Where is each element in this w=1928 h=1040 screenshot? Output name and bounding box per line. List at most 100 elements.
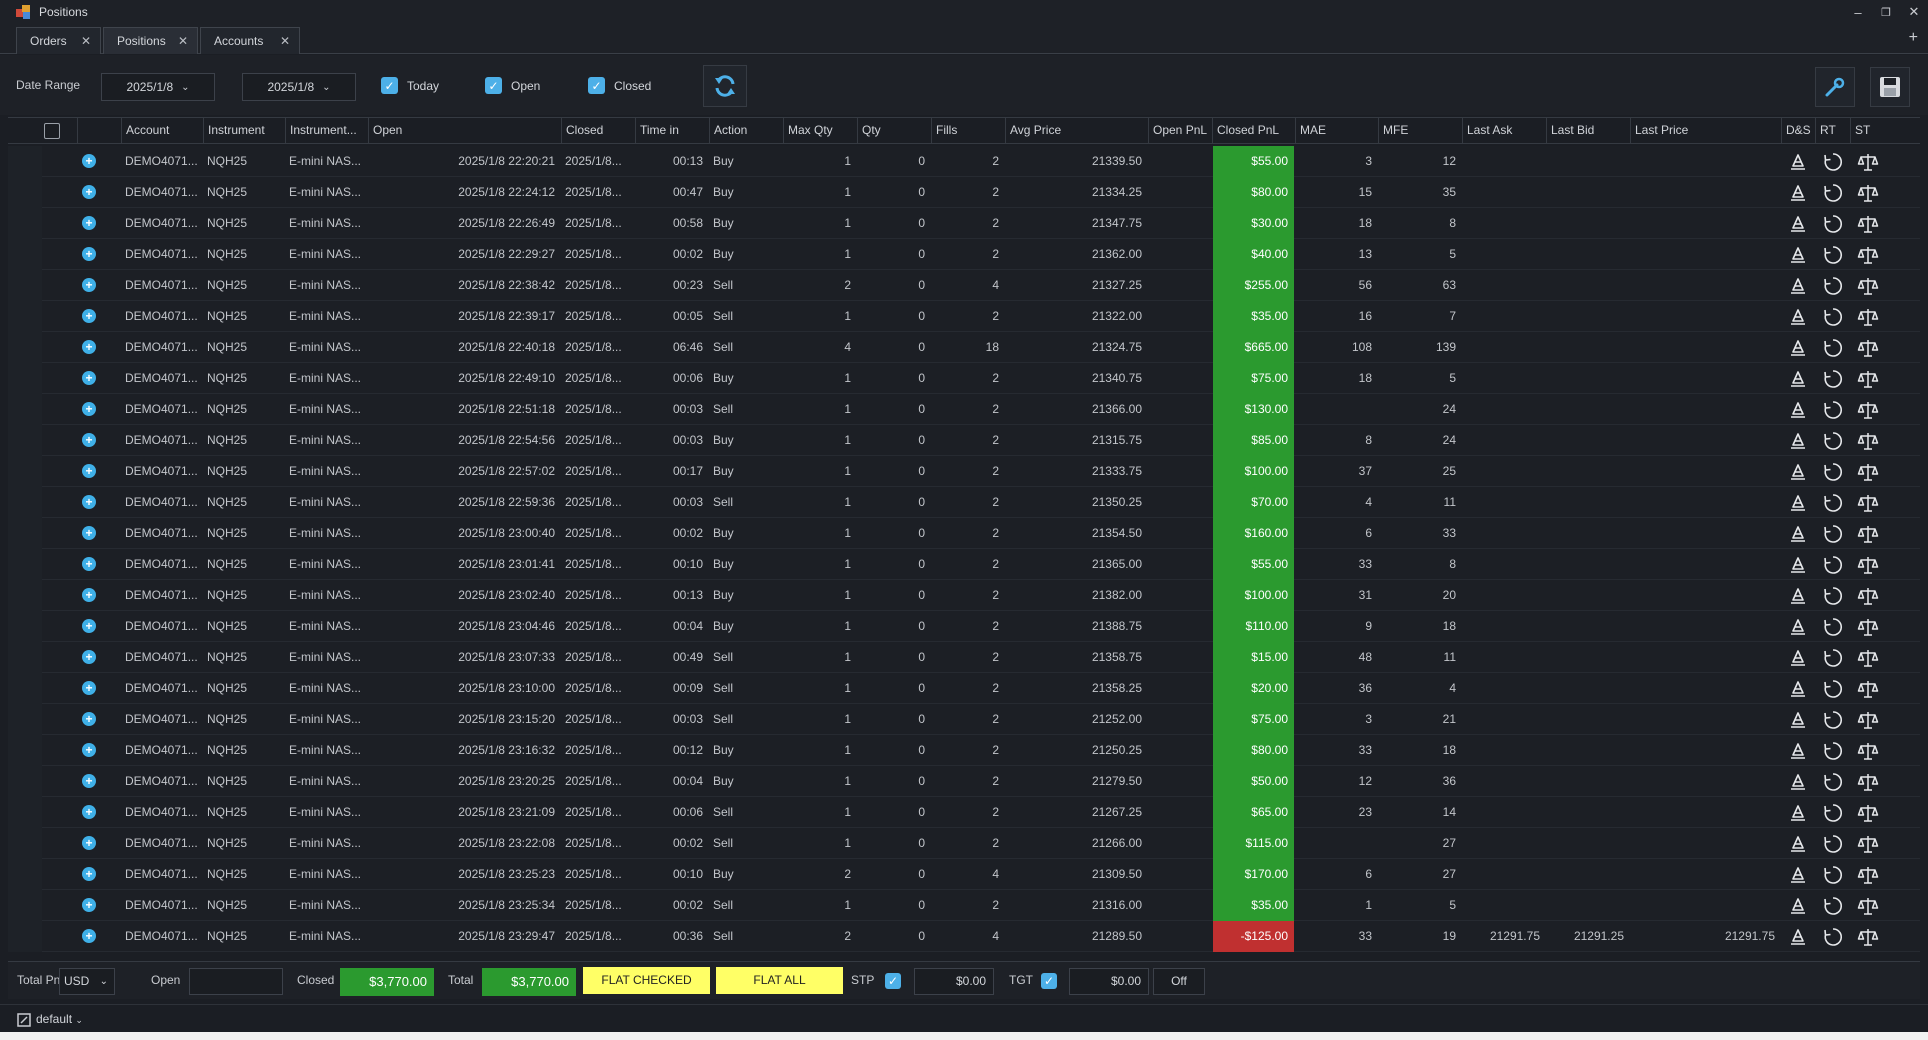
ds-action-icon[interactable] (1787, 554, 1809, 576)
table-row[interactable]: + DEMO4071... NQH25 E-mini NAS... 2025/1/8 2… (8, 177, 1920, 208)
rt-action-icon[interactable] (1822, 492, 1844, 514)
rt-action-icon[interactable] (1822, 647, 1844, 669)
tab-orders[interactable]: Orders ✕ (16, 27, 101, 54)
rt-action-icon[interactable] (1822, 337, 1844, 359)
closed-checkbox[interactable]: ✓ Closed (588, 77, 651, 94)
rt-action-icon[interactable] (1822, 926, 1844, 948)
st-balance-icon[interactable] (1857, 244, 1879, 266)
expand-row-icon[interactable]: + (82, 898, 96, 912)
expand-row-icon[interactable]: + (82, 402, 96, 416)
expand-row-icon[interactable]: + (82, 588, 96, 602)
table-row[interactable]: + DEMO4071... NQH25 E-mini NAS... 2025/1/8 2… (8, 394, 1920, 425)
expand-row-icon[interactable]: + (82, 929, 96, 943)
rt-action-icon[interactable] (1822, 833, 1844, 855)
rt-action-icon[interactable] (1822, 709, 1844, 731)
ds-action-icon[interactable] (1787, 523, 1809, 545)
ds-action-icon[interactable] (1787, 151, 1809, 173)
expand-row-icon[interactable]: + (82, 619, 96, 633)
save-button[interactable] (1870, 67, 1910, 107)
st-balance-icon[interactable] (1857, 678, 1879, 700)
expand-row-icon[interactable]: + (82, 216, 96, 230)
rt-action-icon[interactable] (1822, 306, 1844, 328)
expand-row-icon[interactable]: + (82, 526, 96, 540)
table-row[interactable]: + DEMO4071... NQH25 E-mini NAS... 2025/1/8 2… (8, 921, 1920, 952)
st-balance-icon[interactable] (1857, 771, 1879, 793)
column-header-mfe[interactable]: MFE (1378, 118, 1462, 143)
expand-row-icon[interactable]: + (82, 185, 96, 199)
ds-action-icon[interactable] (1787, 492, 1809, 514)
st-balance-icon[interactable] (1857, 802, 1879, 824)
currency-select[interactable]: USD ⌄ (59, 968, 115, 995)
table-row[interactable]: + DEMO4071... NQH25 E-mini NAS... 2025/1/8 2… (8, 239, 1920, 270)
column-header-last-price[interactable]: Last Price (1630, 118, 1781, 143)
ds-action-icon[interactable] (1787, 926, 1809, 948)
table-row[interactable]: + DEMO4071... NQH25 E-mini NAS... 2025/1/8 2… (8, 611, 1920, 642)
restore-icon[interactable]: ❐ (1872, 0, 1900, 24)
st-balance-icon[interactable] (1857, 151, 1879, 173)
column-header-open-pnl[interactable]: Open PnL (1148, 118, 1212, 143)
stp-checkbox[interactable]: ✓ (885, 973, 901, 989)
column-header-instrument-desc[interactable]: Instrument... (285, 118, 368, 143)
expand-row-icon[interactable]: + (82, 433, 96, 447)
ds-action-icon[interactable] (1787, 306, 1809, 328)
table-row[interactable]: + DEMO4071... NQH25 E-mini NAS... 2025/1/8 2… (8, 766, 1920, 797)
st-balance-icon[interactable] (1857, 461, 1879, 483)
table-row[interactable]: + DEMO4071... NQH25 E-mini NAS... 2025/1/8 2… (8, 332, 1920, 363)
column-header-st[interactable]: ST (1850, 118, 1885, 143)
ds-action-icon[interactable] (1787, 709, 1809, 731)
column-header-mae[interactable]: MAE (1295, 118, 1378, 143)
st-balance-icon[interactable] (1857, 337, 1879, 359)
ds-action-icon[interactable] (1787, 461, 1809, 483)
rt-action-icon[interactable] (1822, 523, 1844, 545)
workspace-selector[interactable]: default ⌄ (36, 1012, 83, 1026)
expand-row-icon[interactable]: + (82, 247, 96, 261)
column-header-account[interactable]: Account (121, 118, 203, 143)
tab-positions[interactable]: Positions ✕ (103, 27, 198, 54)
st-balance-icon[interactable] (1857, 926, 1879, 948)
column-header-time-in[interactable]: Time in (635, 118, 709, 143)
ds-action-icon[interactable] (1787, 771, 1809, 793)
date-from-picker[interactable]: 2025/1/8 ⌄ (101, 73, 215, 101)
expand-row-icon[interactable]: + (82, 557, 96, 571)
ds-action-icon[interactable] (1787, 337, 1809, 359)
expand-row-icon[interactable]: + (82, 743, 96, 757)
st-balance-icon[interactable] (1857, 213, 1879, 235)
table-row[interactable]: + DEMO4071... NQH25 E-mini NAS... 2025/1/8 2… (8, 425, 1920, 456)
close-tab-icon[interactable]: ✕ (280, 34, 290, 48)
tgt-checkbox[interactable]: ✓ (1041, 973, 1057, 989)
ds-action-icon[interactable] (1787, 802, 1809, 824)
table-row[interactable]: + DEMO4071... NQH25 E-mini NAS... 2025/1/8 2… (8, 859, 1920, 890)
rt-action-icon[interactable] (1822, 802, 1844, 824)
st-balance-icon[interactable] (1857, 585, 1879, 607)
add-tab-icon[interactable]: + (1909, 29, 1918, 47)
expand-row-icon[interactable]: + (82, 774, 96, 788)
rt-action-icon[interactable] (1822, 244, 1844, 266)
rt-action-icon[interactable] (1822, 585, 1844, 607)
rt-action-icon[interactable] (1822, 151, 1844, 173)
column-header-instrument[interactable]: Instrument (203, 118, 285, 143)
ds-action-icon[interactable] (1787, 678, 1809, 700)
rt-action-icon[interactable] (1822, 461, 1844, 483)
table-row[interactable]: + DEMO4071... NQH25 E-mini NAS... 2025/1/8 2… (8, 735, 1920, 766)
today-checkbox[interactable]: ✓ Today (381, 77, 439, 94)
ds-action-icon[interactable] (1787, 895, 1809, 917)
column-header-open[interactable]: Open (368, 118, 561, 143)
stp-field[interactable]: $0.00 (914, 968, 994, 995)
refresh-button[interactable] (703, 65, 747, 107)
column-header-action[interactable]: Action (709, 118, 783, 143)
rt-action-icon[interactable] (1822, 275, 1844, 297)
rt-action-icon[interactable] (1822, 554, 1844, 576)
flat-checked-button[interactable]: FLAT CHECKED (583, 967, 710, 994)
st-balance-icon[interactable] (1857, 399, 1879, 421)
st-balance-icon[interactable] (1857, 306, 1879, 328)
close-tab-icon[interactable]: ✕ (178, 34, 188, 48)
expand-row-icon[interactable]: + (82, 805, 96, 819)
expand-row-icon[interactable]: + (82, 495, 96, 509)
ds-action-icon[interactable] (1787, 368, 1809, 390)
table-row[interactable]: + DEMO4071... NQH25 E-mini NAS... 2025/1/8 2… (8, 828, 1920, 859)
table-row[interactable]: + DEMO4071... NQH25 E-mini NAS... 2025/1/8 2… (8, 518, 1920, 549)
table-row[interactable]: + DEMO4071... NQH25 E-mini NAS... 2025/1/8 2… (8, 580, 1920, 611)
column-header-closed[interactable]: Closed (561, 118, 635, 143)
rt-action-icon[interactable] (1822, 368, 1844, 390)
expand-row-icon[interactable]: + (82, 650, 96, 664)
